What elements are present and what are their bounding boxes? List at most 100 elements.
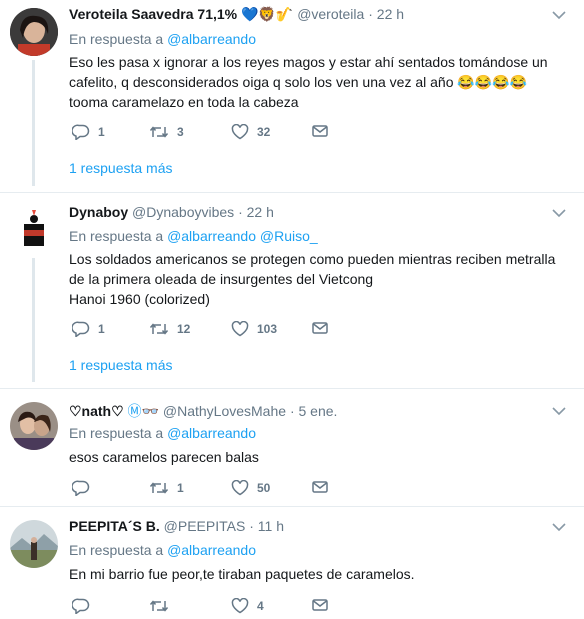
- tweet-1[interactable]: Veroteila Saavedra 71,1% 💙🦁🎷 @veroteila …: [0, 0, 584, 193]
- display-name[interactable]: ♡nath♡: [69, 403, 124, 419]
- avatar-photo: [10, 206, 58, 254]
- user-handle[interactable]: @veroteila: [297, 6, 364, 22]
- tweet-line: En mi barrio fue peor,te tiraban paquete…: [69, 566, 415, 582]
- reply-context: En respuesta a @albarreando @Ruiso_: [69, 228, 318, 244]
- tweet-actions: 1 3 32: [69, 124, 339, 144]
- reply-prefix: En respuesta a: [69, 542, 164, 558]
- reply-button[interactable]: 1: [72, 321, 105, 337]
- tweet-line: tooma caramelazo en toda la cabeza: [69, 94, 299, 110]
- reply-count: 1: [98, 125, 105, 139]
- separator-dot: ·: [238, 204, 243, 220]
- reply-button[interactable]: 1: [72, 124, 105, 140]
- retweet-button[interactable]: 12: [149, 321, 190, 337]
- like-count: 32: [257, 125, 271, 139]
- tweet-text: En mi barrio fue peor,te tiraban paquete…: [69, 564, 559, 584]
- reply-button[interactable]: [72, 598, 98, 614]
- tweet-actions: 4: [69, 598, 339, 618]
- display-name[interactable]: Dynaboy: [69, 204, 128, 220]
- dm-button[interactable]: [312, 480, 328, 494]
- tweet-text: Los soldados americanos se protegen como…: [69, 249, 559, 309]
- user-handle[interactable]: @PEEPITAS: [164, 518, 246, 534]
- reply-icon: [72, 480, 90, 496]
- tweet-text: Eso les pasa x ignorar a los reyes magos…: [69, 52, 559, 112]
- timestamp[interactable]: 22 h: [377, 6, 404, 22]
- chevron-down-icon[interactable]: [552, 406, 566, 416]
- like-count: 50: [257, 481, 271, 495]
- more-replies-link[interactable]: 1 respuesta más: [69, 160, 173, 176]
- retweet-count: 1: [177, 481, 184, 495]
- more-replies-link[interactable]: 1 respuesta más: [69, 357, 173, 373]
- like-button[interactable]: 4: [231, 598, 264, 614]
- like-button[interactable]: 32: [231, 124, 270, 140]
- avatar-photo: [10, 520, 58, 568]
- chevron-down-icon[interactable]: [552, 10, 566, 20]
- chevron-down-icon[interactable]: [552, 522, 566, 532]
- user-handle[interactable]: @NathyLovesMahe: [163, 403, 286, 419]
- thread-line: [32, 258, 35, 382]
- reply-context: En respuesta a @albarreando: [69, 542, 256, 558]
- reply-to-link[interactable]: @albarreando @Ruiso_: [167, 228, 318, 244]
- avatar[interactable]: [10, 8, 58, 56]
- dm-button[interactable]: [312, 598, 328, 612]
- dm-icon: [312, 481, 328, 493]
- retweet-icon: [149, 482, 169, 494]
- chevron-down-icon[interactable]: [552, 208, 566, 218]
- tweet-3[interactable]: ♡nath♡ Ⓜ👓 @NathyLovesMahe · 5 ene. En re…: [0, 388, 584, 507]
- dm-icon: [312, 322, 328, 334]
- retweet-count: 3: [177, 125, 184, 139]
- like-icon: [231, 321, 249, 337]
- reply-icon: [72, 321, 90, 337]
- avatar-photo: [10, 8, 58, 56]
- retweet-count: 12: [177, 322, 191, 336]
- avatar[interactable]: [10, 206, 58, 254]
- avatar-photo: [10, 402, 58, 450]
- reply-prefix: En respuesta a: [69, 425, 164, 441]
- retweet-button[interactable]: [149, 598, 177, 614]
- reply-to-link[interactable]: @albarreando: [167, 425, 256, 441]
- tweet-line: cafelito, q desconsiderados oiga q solo …: [69, 74, 528, 90]
- dm-button[interactable]: [312, 321, 328, 335]
- reply-button[interactable]: [72, 480, 98, 496]
- retweet-icon: [149, 323, 169, 335]
- timestamp[interactable]: 22 h: [247, 204, 274, 220]
- avatar[interactable]: [10, 402, 58, 450]
- avatar[interactable]: [10, 520, 58, 568]
- retweet-icon: [149, 126, 169, 138]
- reply-prefix: En respuesta a: [69, 31, 164, 47]
- name-emoji: Ⓜ👓: [127, 403, 159, 419]
- dm-icon: [312, 599, 328, 611]
- display-name[interactable]: Veroteila Saavedra 71,1%: [69, 6, 237, 22]
- reply-icon: [72, 124, 90, 140]
- like-button[interactable]: 50: [231, 480, 270, 496]
- tweet-line: esos caramelos parecen balas: [69, 449, 259, 465]
- tweet-4[interactable]: PEEPITA´S B. @PEEPITAS · 11 h En respues…: [0, 506, 584, 619]
- separator-dot: ·: [249, 518, 254, 534]
- like-icon: [231, 124, 249, 140]
- like-icon: [231, 598, 249, 614]
- timestamp[interactable]: 11 h: [258, 518, 284, 534]
- tweet-2[interactable]: Dynaboy @Dynaboyvibes · 22 h En respuest…: [0, 192, 584, 389]
- like-icon: [231, 480, 249, 496]
- thread-line: [32, 60, 35, 186]
- tweet-text: esos caramelos parecen balas: [69, 447, 559, 467]
- dm-button[interactable]: [312, 124, 328, 138]
- like-count: 4: [257, 599, 264, 613]
- retweet-icon: [149, 600, 169, 612]
- separator-dot: ·: [368, 6, 373, 22]
- reply-context: En respuesta a @albarreando: [69, 31, 256, 47]
- separator-dot: ·: [289, 403, 295, 419]
- reply-icon: [72, 598, 90, 614]
- user-handle[interactable]: @Dynaboyvibes: [132, 204, 234, 220]
- reply-to-link[interactable]: @albarreando: [167, 542, 256, 558]
- dm-icon: [312, 125, 328, 137]
- tweet-line: Eso les pasa x ignorar a los reyes magos…: [69, 54, 548, 70]
- timestamp[interactable]: 5 ene.: [299, 403, 338, 419]
- tweet-line: de la primera oleada de insurgentes del …: [69, 271, 374, 287]
- retweet-button[interactable]: 3: [149, 124, 184, 140]
- tweet-actions: 1 50: [69, 480, 339, 500]
- reply-prefix: En respuesta a: [69, 228, 164, 244]
- display-name[interactable]: PEEPITA´S B.: [69, 518, 160, 534]
- retweet-button[interactable]: 1: [149, 480, 184, 496]
- like-button[interactable]: 103: [231, 321, 277, 337]
- reply-to-link[interactable]: @albarreando: [167, 31, 256, 47]
